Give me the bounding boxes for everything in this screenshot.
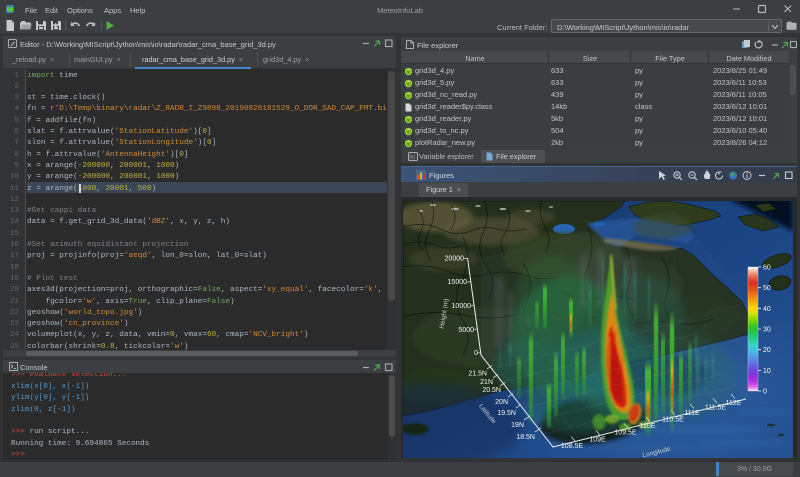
- svg-text:19.5N: 19.5N: [497, 410, 516, 417]
- svg-text:21N: 21N: [480, 379, 493, 386]
- svg-text:10: 10: [763, 368, 771, 375]
- svg-text:111.5E: 111.5E: [705, 405, 726, 412]
- svg-text:20: 20: [763, 347, 771, 354]
- svg-text:112E: 112E: [726, 400, 742, 407]
- svg-text:108.5E: 108.5E: [561, 443, 584, 450]
- svg-text:[x]: [x]: [410, 155, 416, 161]
- svg-text:18.5N: 18.5N: [516, 434, 535, 441]
- svg-text:50: 50: [763, 285, 771, 292]
- svg-text:15000: 15000: [448, 279, 468, 286]
- svg-text:0: 0: [474, 350, 478, 357]
- svg-text:30: 30: [763, 327, 771, 334]
- svg-text:10000: 10000: [452, 303, 472, 310]
- svg-text:109.5E: 109.5E: [614, 430, 637, 437]
- svg-text:110.5E: 110.5E: [662, 417, 684, 424]
- svg-text:20N: 20N: [495, 399, 508, 406]
- svg-text:0: 0: [763, 389, 767, 396]
- svg-text:111E: 111E: [684, 410, 700, 417]
- svg-text:19N: 19N: [511, 422, 524, 429]
- svg-text:5000: 5000: [458, 327, 474, 334]
- svg-text:21.5N: 21.5N: [468, 371, 487, 378]
- svg-text:20.5N: 20.5N: [482, 387, 501, 394]
- svg-text:109E: 109E: [589, 437, 606, 444]
- svg-text:60: 60: [763, 265, 771, 272]
- svg-text:40: 40: [763, 306, 771, 313]
- svg-text:110E: 110E: [640, 423, 656, 430]
- svg-text:20000: 20000: [445, 256, 465, 263]
